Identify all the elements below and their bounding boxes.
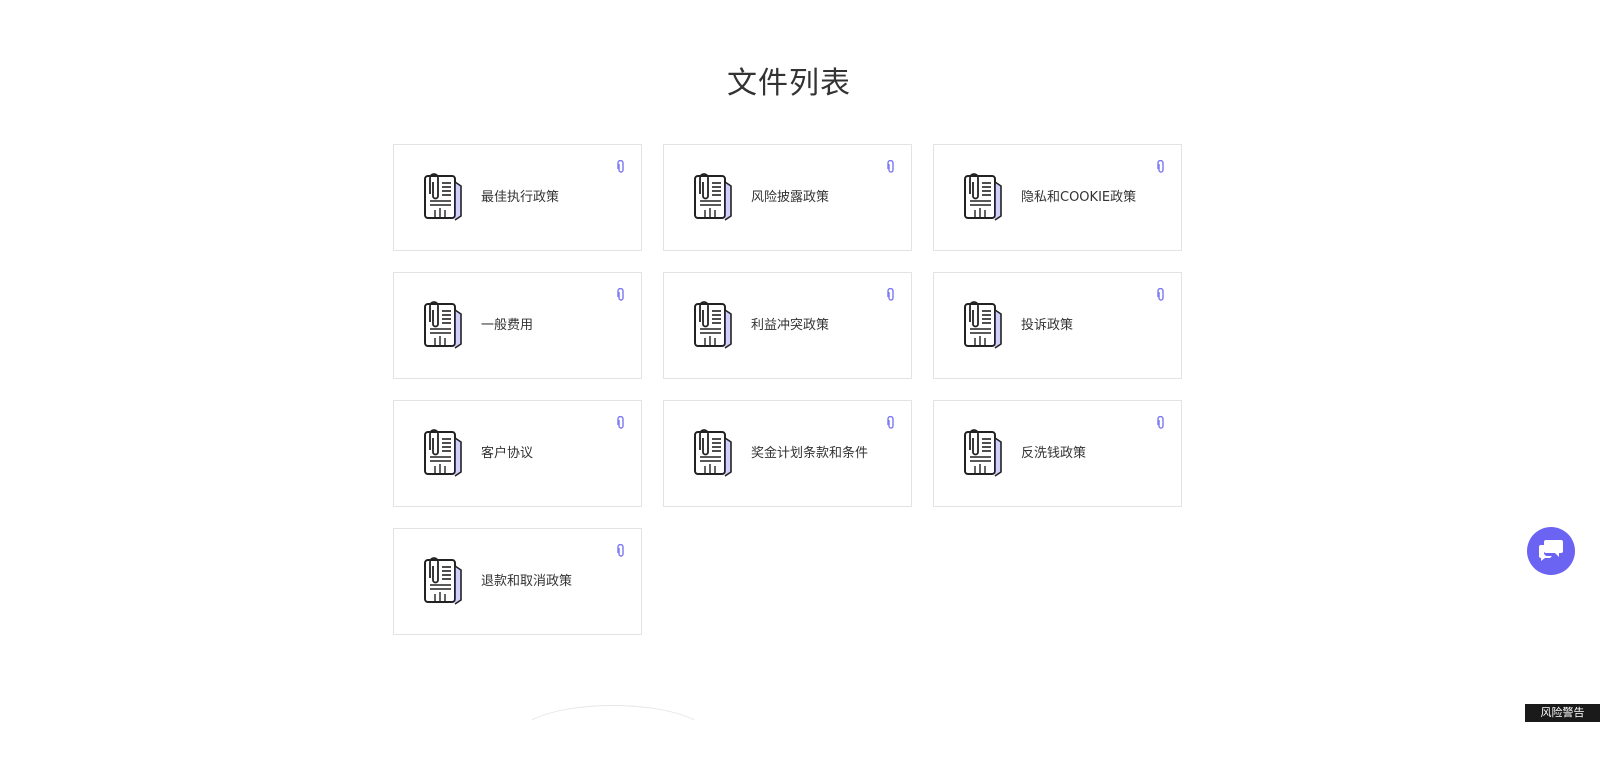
chat-bubbles-icon [1538, 537, 1564, 565]
attachment-icon [617, 286, 625, 301]
document-card[interactable]: 奖金计划条款和条件 [663, 400, 912, 507]
attachment-icon [1157, 414, 1165, 429]
document-title: 利益冲突政策 [751, 318, 830, 333]
document-title: 奖金计划条款和条件 [751, 446, 869, 461]
document-paperclip-icon [418, 428, 466, 480]
document-title: 一般费用 [481, 318, 534, 333]
document-paperclip-icon [418, 300, 466, 352]
document-card[interactable]: 客户协议 [393, 400, 642, 507]
document-paperclip-icon [418, 556, 466, 608]
document-paperclip-icon [958, 172, 1006, 224]
document-card[interactable]: 利益冲突政策 [663, 272, 912, 379]
document-card[interactable]: 退款和取消政策 [393, 528, 642, 635]
document-paperclip-icon [688, 172, 736, 224]
document-paperclip-icon [958, 300, 1006, 352]
attachment-icon [887, 414, 895, 429]
document-card[interactable]: 一般费用 [393, 272, 642, 379]
document-paperclip-icon [688, 300, 736, 352]
attachment-icon [1157, 286, 1165, 301]
attachment-icon [617, 414, 625, 429]
attachment-icon [887, 158, 895, 173]
document-card[interactable]: 风险披露政策 [663, 144, 912, 251]
document-card[interactable]: 反洗钱政策 [933, 400, 1182, 507]
document-title: 客户协议 [481, 446, 534, 461]
document-title: 退款和取消政策 [481, 574, 573, 589]
document-title: 反洗钱政策 [1021, 446, 1087, 461]
document-paperclip-icon [688, 428, 736, 480]
document-paperclip-icon [418, 172, 466, 224]
attachment-icon [1157, 158, 1165, 173]
decorative-arc [517, 705, 709, 767]
document-card[interactable]: 隐私和COOKIE政策 [933, 144, 1182, 251]
document-title: 最佳执行政策 [481, 190, 560, 205]
chat-widget-button[interactable] [1527, 527, 1575, 575]
page-title: 文件列表 [727, 66, 851, 101]
document-title: 投诉政策 [1021, 318, 1074, 333]
document-title: 风险披露政策 [751, 190, 830, 205]
risk-warning-button[interactable]: 风险警告 [1525, 704, 1600, 722]
attachment-icon [617, 158, 625, 173]
attachment-icon [617, 542, 625, 557]
document-title: 隐私和COOKIE政策 [1021, 190, 1137, 205]
document-paperclip-icon [958, 428, 1006, 480]
document-card[interactable]: 投诉政策 [933, 272, 1182, 379]
attachment-icon [887, 286, 895, 301]
document-grid: 最佳执行政策 风险披露政策 隐私和COOKIE政策 一般费用 利益冲突政策 投诉… [393, 144, 1183, 635]
document-card[interactable]: 最佳执行政策 [393, 144, 642, 251]
